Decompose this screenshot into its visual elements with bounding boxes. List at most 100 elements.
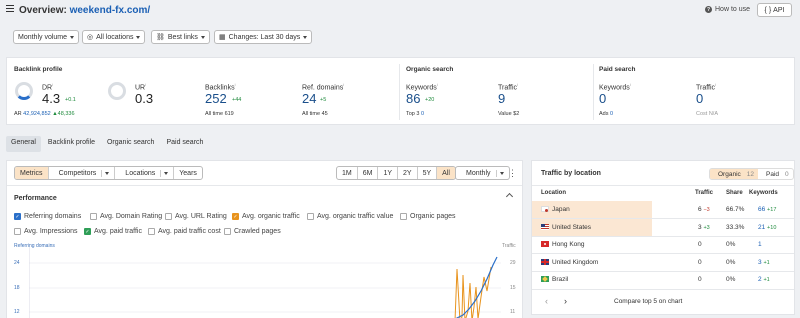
- locations-dropdown[interactable]: ◎ All locations: [82, 30, 146, 44]
- dr-gauge: [15, 82, 33, 100]
- organic-keywords-label: Keywordsi: [406, 82, 438, 92]
- uk-flag-icon: [541, 258, 549, 265]
- paid-keywords-value[interactable]: 0: [599, 91, 606, 106]
- tab-backlink-profile[interactable]: Backlink profile: [43, 136, 100, 152]
- backlink-profile-title: Backlink profile: [14, 66, 63, 73]
- performance-chart: [29, 247, 501, 318]
- unchecked-icon: [90, 213, 97, 220]
- prev-page-icon[interactable]: ‹: [545, 296, 548, 306]
- checked-icon: ✓: [84, 228, 91, 235]
- metric-checkbox[interactable]: Avg. URL Rating: [165, 213, 227, 220]
- japan-flag-icon: [541, 206, 549, 213]
- location-name: Hong Kong: [541, 241, 585, 248]
- domain-link[interactable]: weekend-fx.com/: [70, 5, 151, 16]
- api-button[interactable]: { } API: [757, 3, 792, 17]
- metric-checkbox[interactable]: Avg. paid traffic cost: [148, 228, 221, 235]
- location-row[interactable]: United Kingdom 0 0% 3 +1: [532, 254, 794, 271]
- organic-keywords-value[interactable]: 86: [406, 91, 420, 106]
- paid-traffic-value[interactable]: 0: [696, 91, 703, 106]
- interval-dropdown[interactable]: Monthly: [455, 166, 510, 180]
- metric-checkbox[interactable]: ✓ Avg. paid traffic: [84, 228, 142, 235]
- organic-keywords-delta: +20: [425, 97, 435, 103]
- compare-link[interactable]: Compare top 5 on chart: [614, 298, 682, 305]
- chevron-up-icon[interactable]: [505, 192, 514, 201]
- range-selector: 1M 6M 1Y 2Y 5Y All: [336, 166, 456, 180]
- range-1y[interactable]: 1Y: [378, 167, 399, 179]
- right-axis-title: Traffic: [502, 243, 516, 249]
- next-page-icon[interactable]: ›: [564, 296, 567, 306]
- organic-traffic-label: Traffici: [498, 82, 518, 92]
- volume-dropdown[interactable]: Monthly volume: [13, 30, 80, 44]
- unchecked-icon: [165, 213, 172, 220]
- tab-competitors[interactable]: Competitors: [49, 167, 116, 179]
- checked-icon: ✓: [232, 213, 239, 220]
- tab-general[interactable]: General: [6, 136, 41, 152]
- changes-dropdown[interactable]: ▦ Changes: Last 30 days: [214, 30, 313, 44]
- tab-locations[interactable]: Locations: [115, 167, 175, 179]
- divider: [532, 185, 794, 186]
- range-2y[interactable]: 2Y: [398, 167, 418, 179]
- organic-paid-toggle: Organic 12 Paid 0: [709, 168, 794, 180]
- range-6m[interactable]: 6M: [358, 167, 379, 179]
- organic-traffic-value[interactable]: 9: [498, 91, 505, 106]
- caret-down-icon: [303, 35, 308, 39]
- location-name: Brazil: [541, 276, 568, 283]
- tab-organic-search[interactable]: Organic search: [102, 136, 159, 152]
- menu-icon[interactable]: [6, 5, 14, 13]
- share-cell: 0%: [726, 258, 736, 266]
- link-icon: ⛓: [156, 34, 165, 41]
- col-share[interactable]: Share: [726, 190, 743, 196]
- metric-checkbox[interactable]: Avg. organic traffic value: [307, 213, 393, 220]
- performance-title: Performance: [14, 195, 57, 202]
- range-all[interactable]: All: [437, 167, 455, 179]
- organic-traffic-line: [454, 266, 492, 318]
- keywords-cell: 1: [758, 241, 762, 248]
- caret-down-icon: [499, 171, 504, 175]
- col-traffic[interactable]: Traffic: [695, 190, 713, 196]
- backlinks-delta: +44: [232, 97, 242, 103]
- backlinks-all-time: All time 619: [205, 111, 234, 117]
- metric-checkbox[interactable]: ✓ Avg. organic traffic: [232, 213, 300, 220]
- unchecked-icon: [224, 228, 231, 235]
- location-row[interactable]: Japan 6 −3 66.7% 66 +17: [532, 201, 794, 218]
- organic-toggle[interactable]: Organic 12: [710, 169, 758, 179]
- range-5y[interactable]: 5Y: [418, 167, 438, 179]
- left-tick: 24: [14, 260, 20, 266]
- how-to-use-link[interactable]: ? How to use: [705, 6, 750, 13]
- left-tick: 18: [14, 285, 20, 291]
- ref-domains-value[interactable]: 24: [302, 91, 316, 106]
- links-dropdown[interactable]: ⛓ Best links: [151, 30, 210, 44]
- ur-value: 0.3: [135, 91, 154, 106]
- backlinks-value[interactable]: 252: [205, 91, 227, 106]
- metric-checkbox[interactable]: Avg. Impressions: [14, 228, 78, 235]
- col-keywords[interactable]: Keywords: [749, 190, 778, 196]
- location-row[interactable]: United States 3 +3 33.3% 21 +10: [532, 218, 794, 236]
- metric-checkbox[interactable]: Crawled pages: [224, 228, 281, 235]
- tab-paid-search[interactable]: Paid search: [161, 136, 208, 152]
- share-cell: 0%: [726, 241, 736, 248]
- location-row[interactable]: Brazil 0 0% 2 +1: [532, 271, 794, 288]
- share-cell: 66.7%: [726, 206, 745, 213]
- location-name: United States: [541, 224, 591, 231]
- page-title: Overview: weekend-fx.com/: [19, 5, 151, 16]
- more-options-icon[interactable]: ⋮: [508, 168, 517, 179]
- tab-metrics[interactable]: Metrics: [15, 167, 49, 179]
- metric-checkbox[interactable]: Avg. Domain Rating: [90, 213, 162, 220]
- dr-label: DRi: [42, 82, 54, 92]
- metric-checkbox[interactable]: ✓ Referring domains: [14, 213, 81, 220]
- metric-checkbox[interactable]: Organic pages: [400, 213, 456, 220]
- share-cell: 0%: [726, 276, 736, 283]
- range-1m[interactable]: 1M: [337, 167, 358, 179]
- traffic-by-location-panel: Traffic by location Organic 12 Paid 0 Loca…: [531, 160, 795, 315]
- traffic-cell: 6 −3: [698, 206, 710, 213]
- location-row[interactable]: Hong Kong 0 0% 1: [532, 236, 794, 253]
- code-braces-icon: { }: [764, 6, 772, 14]
- paid-toggle[interactable]: Paid 0: [758, 169, 793, 179]
- br-flag-icon: [541, 276, 549, 283]
- caret-down-icon: [105, 171, 110, 175]
- unchecked-icon: [148, 228, 155, 235]
- ur-gauge: [108, 82, 126, 100]
- tab-years[interactable]: Years: [174, 167, 202, 179]
- calendar-icon: ▦: [219, 34, 226, 41]
- help-icon: ?: [705, 6, 712, 13]
